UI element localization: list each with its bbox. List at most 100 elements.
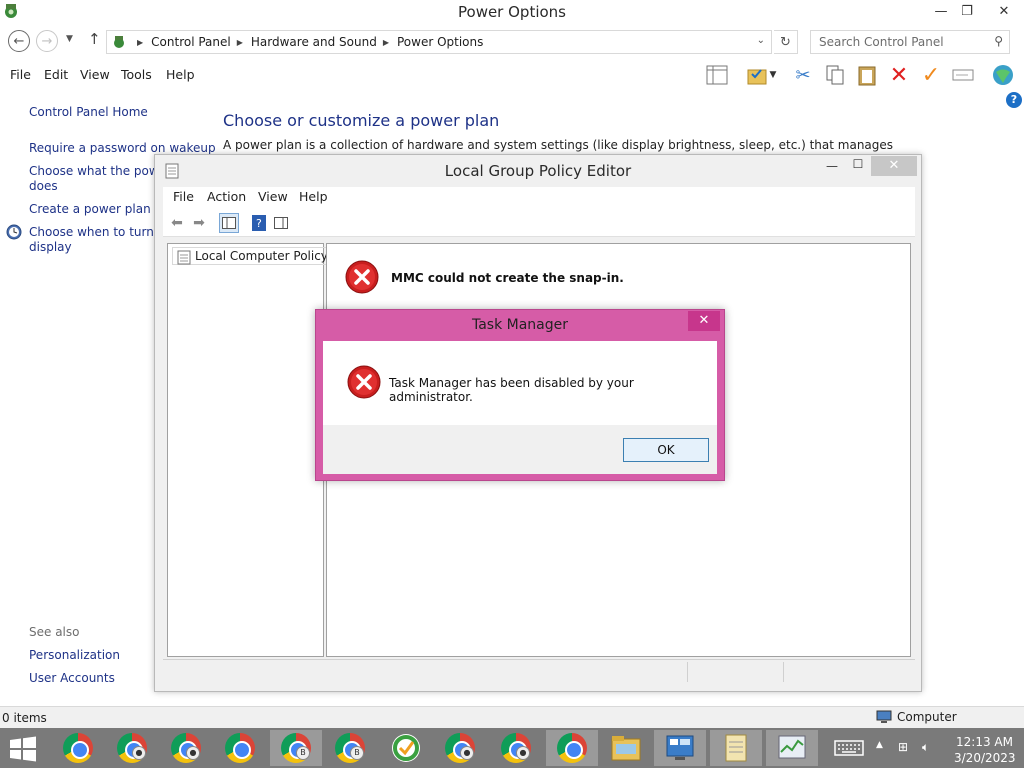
show-hide-action-pane-icon[interactable]: [271, 213, 291, 233]
recent-locations-dropdown[interactable]: ▼: [66, 34, 73, 44]
taskbar-app-5[interactable]: B: [270, 730, 322, 766]
dialog-footer: OK: [323, 425, 717, 474]
clock-time[interactable]: 12:13 AM: [956, 735, 1013, 749]
paste-icon[interactable]: [854, 62, 880, 88]
address-box[interactable]: ▶ Control Panel ▶ Hardware and Sound ▶ P…: [106, 30, 772, 54]
breadcrumb-hardware-and-sound[interactable]: Hardware and Sound: [251, 35, 377, 49]
error-icon: [347, 365, 381, 399]
gpe-close-button[interactable]: ✕: [871, 156, 917, 176]
maximize-button[interactable]: ❐: [952, 0, 982, 22]
menu-file[interactable]: File: [10, 67, 31, 82]
gpe-menu-file[interactable]: File: [173, 189, 194, 204]
taskbar-chrome-4[interactable]: [214, 730, 266, 766]
rename-icon[interactable]: [950, 62, 976, 88]
show-hidden-icons-icon[interactable]: ▲: [876, 740, 883, 750]
profile-badge-icon: B: [296, 746, 310, 760]
gpe-menu-action[interactable]: Action: [207, 189, 246, 204]
menu-help[interactable]: Help: [166, 67, 195, 82]
cut-icon[interactable]: ✂: [790, 62, 816, 88]
gpe-menu-help[interactable]: Help: [299, 189, 328, 204]
control-panel-icon: [114, 36, 124, 48]
globe-icon[interactable]: [990, 62, 1016, 88]
control-panel-titlebar: Power Options — ❐ ✕: [0, 0, 1024, 24]
clock-icon: [6, 224, 22, 240]
policy-document-icon: [177, 250, 191, 265]
chrome-icon: [557, 733, 587, 763]
refresh-button[interactable]: ↻: [774, 30, 798, 54]
dialog-message: Task Manager has been disabled by your a…: [389, 376, 634, 404]
keyboard-icon[interactable]: [834, 740, 864, 756]
taskbar-task-manager[interactable]: [766, 730, 818, 766]
power-button-link-cont[interactable]: does: [29, 179, 58, 194]
user-accounts-link[interactable]: User Accounts: [29, 671, 115, 686]
show-hide-tree-icon[interactable]: [219, 213, 239, 233]
taskbar: ● ● B B ● ● ▲ ⊞ 🔈︎ 12:13 AM 3/20/2023: [0, 728, 1024, 768]
search-input[interactable]: Search Control Panel ⚲: [810, 30, 1010, 54]
menu-view[interactable]: View: [80, 67, 110, 82]
taskbar-chrome-2[interactable]: ●: [106, 730, 158, 766]
power-button-link[interactable]: Choose what the power: [29, 164, 171, 179]
back-button[interactable]: ←: [8, 30, 30, 52]
turn-off-display-link-cont[interactable]: display: [29, 240, 72, 255]
dialog-title: Task Manager: [471, 317, 569, 333]
dialog-close-button[interactable]: ✕: [688, 311, 720, 331]
system-tray: ▲ ⊞ 🔈︎ 12:13 AM 3/20/2023: [830, 730, 1024, 766]
taskbar-chrome-8[interactable]: ●: [434, 730, 486, 766]
clock-date[interactable]: 3/20/2023: [954, 751, 1016, 765]
help-book-icon[interactable]: ?: [249, 213, 269, 233]
back-arrow-icon[interactable]: ⬅: [167, 213, 187, 233]
gpe-minimize-button[interactable]: —: [819, 159, 845, 179]
taskbar-control-panel[interactable]: [654, 730, 706, 766]
close-button[interactable]: ✕: [984, 0, 1024, 22]
green-app-icon: [392, 734, 420, 762]
control-panel-home-link[interactable]: Control Panel Home: [29, 105, 148, 120]
chrome-icon: [63, 733, 93, 763]
chevron-down-icon[interactable]: ▼: [766, 62, 780, 88]
profile-badge-icon: ●: [132, 746, 146, 760]
taskbar-chrome-3[interactable]: ●: [160, 730, 212, 766]
forward-arrow-icon[interactable]: ➡: [189, 213, 209, 233]
taskbar-app-6[interactable]: B: [324, 730, 376, 766]
breadcrumb-control-panel[interactable]: Control Panel: [151, 35, 231, 49]
breadcrumb-power-options[interactable]: Power Options: [397, 35, 483, 49]
layout-icon[interactable]: [704, 62, 730, 88]
taskbar-app-7[interactable]: [380, 730, 432, 766]
forward-button[interactable]: →: [36, 30, 58, 52]
checkmark-icon[interactable]: ✓: [918, 62, 944, 88]
control-panel-icon: [666, 735, 694, 760]
gpe-menu-view[interactable]: View: [258, 189, 288, 204]
up-button[interactable]: ↑: [88, 30, 101, 48]
menu-edit[interactable]: Edit: [44, 67, 68, 82]
mmc-error-message: MMC could not create the snap-in.: [391, 271, 624, 285]
windows-start-icon[interactable]: [8, 736, 38, 762]
window-title: Power Options: [458, 3, 566, 21]
menu-tools[interactable]: Tools: [121, 67, 152, 82]
toolbar: ▼ ✂ ✕ ✓: [700, 60, 1024, 90]
copy-icon[interactable]: [822, 62, 848, 88]
create-power-plan-link[interactable]: Create a power plan: [29, 202, 151, 217]
ok-button[interactable]: OK: [623, 438, 709, 462]
gpe-status-bar: [163, 659, 915, 683]
delete-icon[interactable]: ✕: [886, 62, 912, 88]
taskbar-chrome-9[interactable]: ●: [490, 730, 542, 766]
page-description: A power plan is a collection of hardware…: [223, 138, 894, 152]
turn-off-display-link[interactable]: Choose when to turn of: [29, 225, 169, 240]
task-manager-icon: [778, 735, 806, 759]
search-icon[interactable]: ⚲: [994, 34, 1003, 48]
tree-item-local-computer-policy[interactable]: Local Computer Policy: [172, 247, 333, 265]
volume-icon[interactable]: 🔈︎: [922, 740, 929, 755]
personalization-link[interactable]: Personalization: [29, 648, 120, 663]
taskbar-chrome-1[interactable]: [52, 730, 104, 766]
status-location: Computer: [876, 710, 957, 724]
chevron-down-icon[interactable]: ⌄: [757, 35, 765, 46]
taskbar-file-explorer[interactable]: [600, 730, 652, 766]
help-icon[interactable]: ?: [1006, 92, 1022, 108]
network-icon[interactable]: ⊞: [898, 740, 908, 754]
taskbar-chrome-10[interactable]: [546, 730, 598, 766]
page-title: Choose or customize a power plan: [223, 111, 500, 130]
status-divider: [687, 662, 688, 682]
gpe-maximize-button[interactable]: ☐: [845, 157, 871, 177]
taskbar-policy-editor[interactable]: [710, 730, 762, 766]
svg-text:?: ?: [256, 217, 262, 230]
folder-icon: [611, 736, 641, 761]
